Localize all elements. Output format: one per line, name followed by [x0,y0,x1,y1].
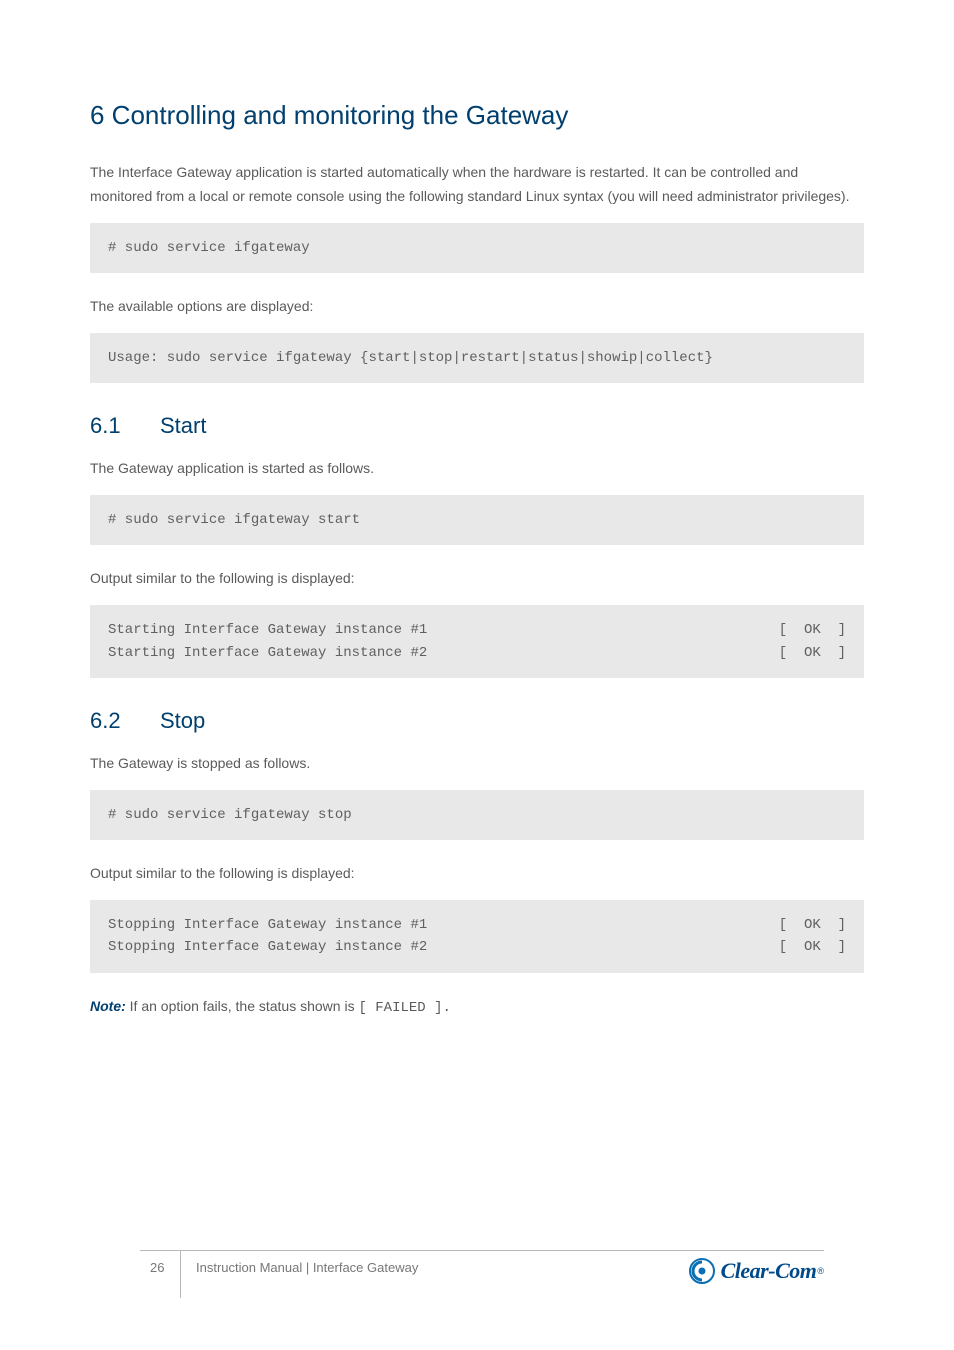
heading-stop: 6.2Stop [90,708,864,734]
note-label: Note: [90,998,126,1014]
code-start-output: Starting Interface Gateway instance #1 [ … [90,605,864,678]
output-row: Starting Interface Gateway instance #2 [ … [108,642,846,664]
footer-rule-vert [180,1250,181,1298]
output-right: [ OK ] [779,642,846,664]
output-right: [ OK ] [779,936,846,958]
start-intro: The Gateway application is started as fo… [90,457,864,481]
brand-logo: Clear-Com® [689,1258,824,1284]
code-start-cmd: # sudo service ifgateway start [90,495,864,545]
logo-registered: ® [817,1266,824,1276]
code-stop-output: Stopping Interface Gateway instance #1 [ … [90,900,864,973]
heading-title: Stop [160,708,205,733]
stop-output-intro: Output similar to the following is displ… [90,862,864,886]
footer-doc-title: Instruction Manual | Interface Gateway [196,1260,418,1275]
heading-start: 6.1Start [90,413,864,439]
page-number: 26 [150,1260,164,1275]
output-right: [ OK ] [779,914,846,936]
stop-intro: The Gateway is stopped as follows. [90,752,864,776]
code-usage-output: Usage: sudo service ifgateway {start|sto… [90,333,864,383]
page-content: 6 Controlling and monitoring the Gateway… [0,0,954,1075]
output-row: Starting Interface Gateway instance #1 [ … [108,619,846,641]
footer-rule-top [140,1250,824,1251]
para-available-options: The available options are displayed: [90,295,864,319]
note-paragraph: Note: If an option fails, the status sho… [90,995,864,1021]
heading-num: 6.2 [90,708,160,734]
heading-1: 6 Controlling and monitoring the Gateway [90,100,864,131]
intro-paragraph: The Interface Gateway application is sta… [90,161,864,209]
code-stop-cmd: # sudo service ifgateway stop [90,790,864,840]
output-row: Stopping Interface Gateway instance #1 [ … [108,914,846,936]
heading-num: 6.1 [90,413,160,439]
output-right: [ OK ] [779,619,846,641]
output-row: Stopping Interface Gateway instance #2 [ … [108,936,846,958]
output-left: Stopping Interface Gateway instance #2 [108,936,427,958]
note-text: If an option fails, the status shown is [130,998,359,1014]
logo-text: Clear-Com [721,1258,817,1284]
start-output-intro: Output similar to the following is displ… [90,567,864,591]
output-left: Starting Interface Gateway instance #1 [108,619,427,641]
code-usage-cmd: # sudo service ifgateway [90,223,864,273]
heading-title: Start [160,413,206,438]
page-footer: 26 Instruction Manual | Interface Gatewa… [0,1250,954,1310]
clearcom-icon [689,1258,715,1284]
output-left: Starting Interface Gateway instance #2 [108,642,427,664]
output-left: Stopping Interface Gateway instance #1 [108,914,427,936]
note-failed-status: [ FAILED ]. [358,1000,450,1016]
